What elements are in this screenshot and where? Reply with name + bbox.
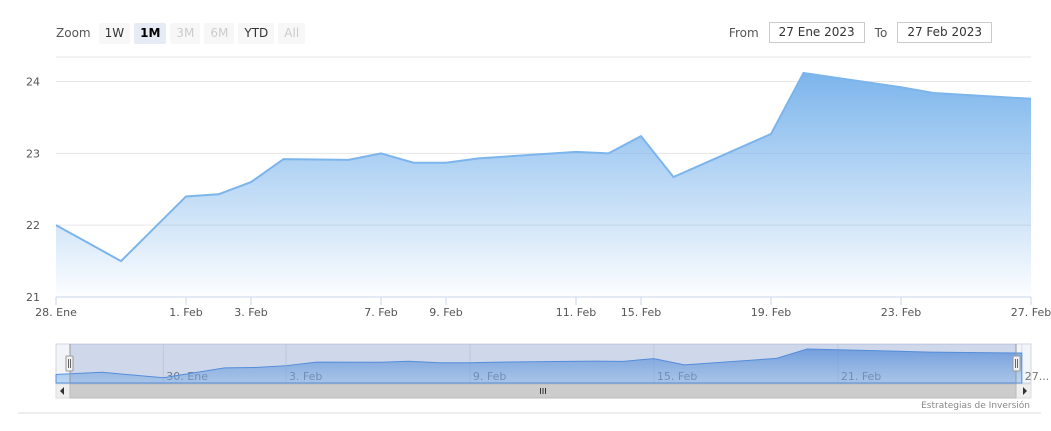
navigator-left-handle[interactable] (65, 355, 74, 372)
x-axis: 28. Ene 1. Feb 3. Feb 7. Feb 9. Feb 11. Feb 15… (35, 297, 1051, 319)
x-tick-label: 7. Feb (364, 306, 397, 319)
area-series (55, 71, 1032, 297)
y-tick-label: 21 (26, 291, 40, 304)
area-fill (56, 72, 1031, 297)
x-tick-label: 15. Feb (621, 306, 661, 319)
x-tick-label: 28. Ene (35, 306, 77, 319)
stock-chart: 28. Ene 1. Feb 3. Feb 7. Feb 9. Feb 11. Feb 15… (18, 56, 1051, 414)
x-tick-label: 23. Feb (881, 306, 921, 319)
x-tick-label: 9. Feb (429, 306, 462, 319)
x-tick-label: 27. Feb (1011, 306, 1051, 319)
navigator-label: 27... (1025, 370, 1050, 383)
navigator[interactable]: 30. Ene3. Feb9. Feb15. Feb21. Feb27... (55, 343, 1050, 384)
x-tick-label: 19. Feb (751, 306, 791, 319)
x-tick-label: 3. Feb (234, 306, 267, 319)
y-tick-label: 22 (26, 219, 40, 232)
y-tick-label: 23 (26, 147, 40, 160)
y-tick-label: 24 (26, 76, 40, 89)
navigator-selection[interactable] (70, 344, 1016, 383)
chart-credit: Estrategias de Inversión (921, 400, 1030, 411)
x-tick-label: 1. Feb (169, 306, 202, 319)
scrollbar[interactable] (55, 383, 1032, 399)
navigator-right-handle[interactable] (1012, 355, 1021, 372)
y-axis: 21 22 23 24 (26, 76, 40, 304)
x-tick-label: 11. Feb (556, 306, 596, 319)
